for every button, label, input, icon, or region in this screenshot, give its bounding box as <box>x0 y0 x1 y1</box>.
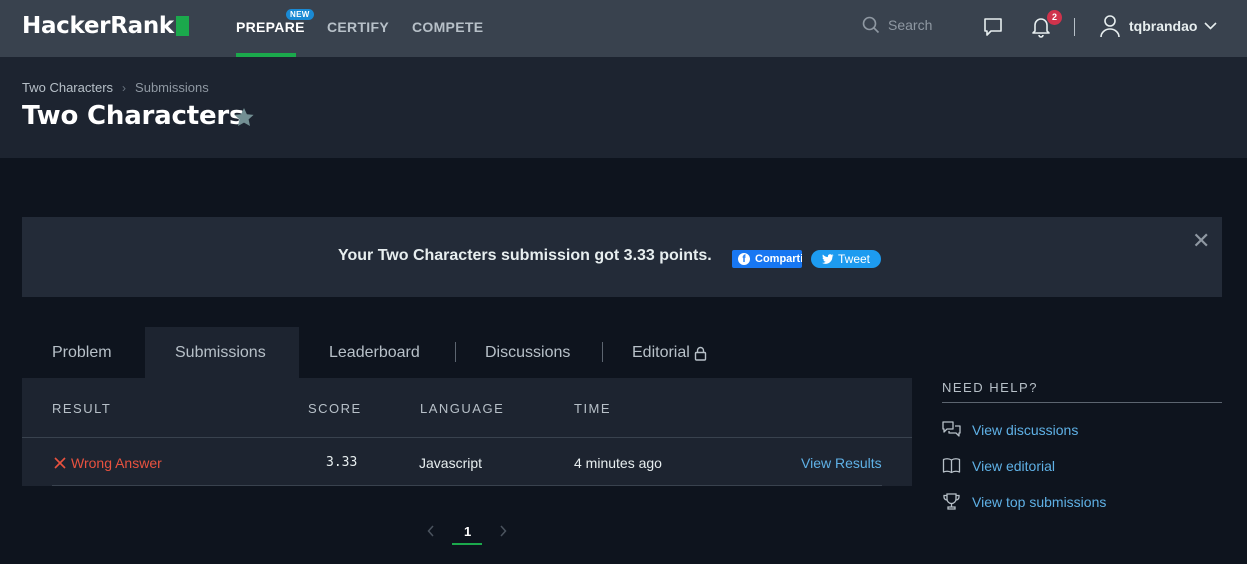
tweet-button[interactable]: Tweet <box>811 250 881 268</box>
tab-editorial[interactable]: Editorial <box>632 344 707 362</box>
username: tqbrandao <box>1129 18 1198 34</box>
breadcrumb-challenge-link[interactable]: Two Characters <box>22 80 113 95</box>
next-page-icon[interactable] <box>499 525 507 537</box>
breadcrumb-current: Submissions <box>135 80 209 95</box>
tweet-label: Tweet <box>837 252 870 266</box>
column-header-score: SCORE <box>308 401 362 416</box>
new-badge: NEW <box>286 9 314 20</box>
discussion-icon <box>942 421 961 437</box>
language-cell: Javascript <box>419 455 483 471</box>
nav-divider <box>1074 18 1075 36</box>
column-header-time: TIME <box>574 401 612 416</box>
tab-problem[interactable]: Problem <box>52 344 112 362</box>
view-editorial-label: View editorial <box>972 457 1056 474</box>
close-banner-icon[interactable]: ✕ <box>1192 230 1210 252</box>
view-discussions-link[interactable]: View discussions <box>942 421 1078 438</box>
notification-count-badge: 2 <box>1047 10 1062 25</box>
search-input[interactable]: Search <box>888 17 932 33</box>
user-icon <box>1100 15 1120 38</box>
column-header-result: RESULT <box>52 401 112 416</box>
twitter-bird-icon <box>821 254 834 264</box>
chevron-down-icon <box>1204 22 1218 30</box>
tab-editorial-label: Editorial <box>632 344 690 361</box>
need-help-heading: NEED HELP? <box>942 380 1038 395</box>
banner-message: Your Two Characters submission got 3.33 … <box>338 247 712 264</box>
nav-compete[interactable]: COMPETE <box>412 19 483 35</box>
book-icon <box>942 458 961 474</box>
submissions-table: RESULT SCORE LANGUAGE TIME Wrong Answer … <box>22 378 912 486</box>
view-top-submissions-link[interactable]: View top submissions <box>942 493 1106 510</box>
view-results-link[interactable]: View Results <box>801 455 882 471</box>
page-header: Two Characters › Submissions Two Charact… <box>0 57 1247 158</box>
facebook-share-button[interactable]: f Compartilhar <box>732 250 802 268</box>
submission-result-banner: Your Two Characters submission got 3.33 … <box>22 217 1222 297</box>
view-discussions-label: View discussions <box>972 421 1079 438</box>
row-divider <box>52 485 882 486</box>
logo-text: HackerRank <box>22 13 174 39</box>
tab-separator <box>602 342 603 362</box>
breadcrumb-separator-icon: › <box>122 80 127 95</box>
tab-submissions[interactable]: Submissions <box>175 344 266 362</box>
search-box[interactable]: Search <box>862 16 932 34</box>
logo-mark <box>175 16 189 36</box>
search-icon <box>862 16 880 34</box>
score-cell: 3.33 <box>326 455 358 470</box>
messages-button[interactable] <box>982 16 1004 38</box>
tab-leaderboard[interactable]: Leaderboard <box>329 344 420 362</box>
result-text: Wrong Answer <box>71 455 162 471</box>
top-navbar: HackerRank PREPARE NEW CERTIFY COMPETE S… <box>0 0 1247 57</box>
lock-icon <box>694 346 707 361</box>
page-number-current[interactable]: 1 <box>464 524 471 539</box>
user-menu[interactable]: tqbrandao <box>1099 14 1218 38</box>
page-active-underline <box>452 543 482 545</box>
cross-icon <box>54 457 66 469</box>
facebook-icon: f <box>738 253 750 265</box>
column-header-language: LANGUAGE <box>420 401 505 416</box>
facebook-share-label: Compartilhar <box>755 253 802 265</box>
tab-discussions[interactable]: Discussions <box>485 344 570 362</box>
breadcrumb: Two Characters › Submissions <box>22 80 209 95</box>
chat-icon <box>984 18 1002 36</box>
view-top-submissions-label: View top submissions <box>972 493 1107 510</box>
nav-prepare[interactable]: PREPARE <box>236 19 305 35</box>
tab-separator <box>455 342 456 362</box>
previous-page-icon[interactable] <box>427 525 435 537</box>
star-bookmark-icon[interactable] <box>233 107 255 128</box>
trophy-icon <box>943 493 960 510</box>
nav-certify[interactable]: CERTIFY <box>327 19 389 35</box>
result-cell: Wrong Answer <box>54 455 162 471</box>
time-cell: 4 minutes ago <box>574 455 662 471</box>
hackerrank-logo[interactable]: HackerRank <box>22 13 189 39</box>
help-divider <box>942 402 1222 403</box>
view-editorial-link[interactable]: View editorial <box>942 457 1055 474</box>
table-header-divider <box>22 437 912 438</box>
page-title: Two Characters <box>22 101 245 131</box>
